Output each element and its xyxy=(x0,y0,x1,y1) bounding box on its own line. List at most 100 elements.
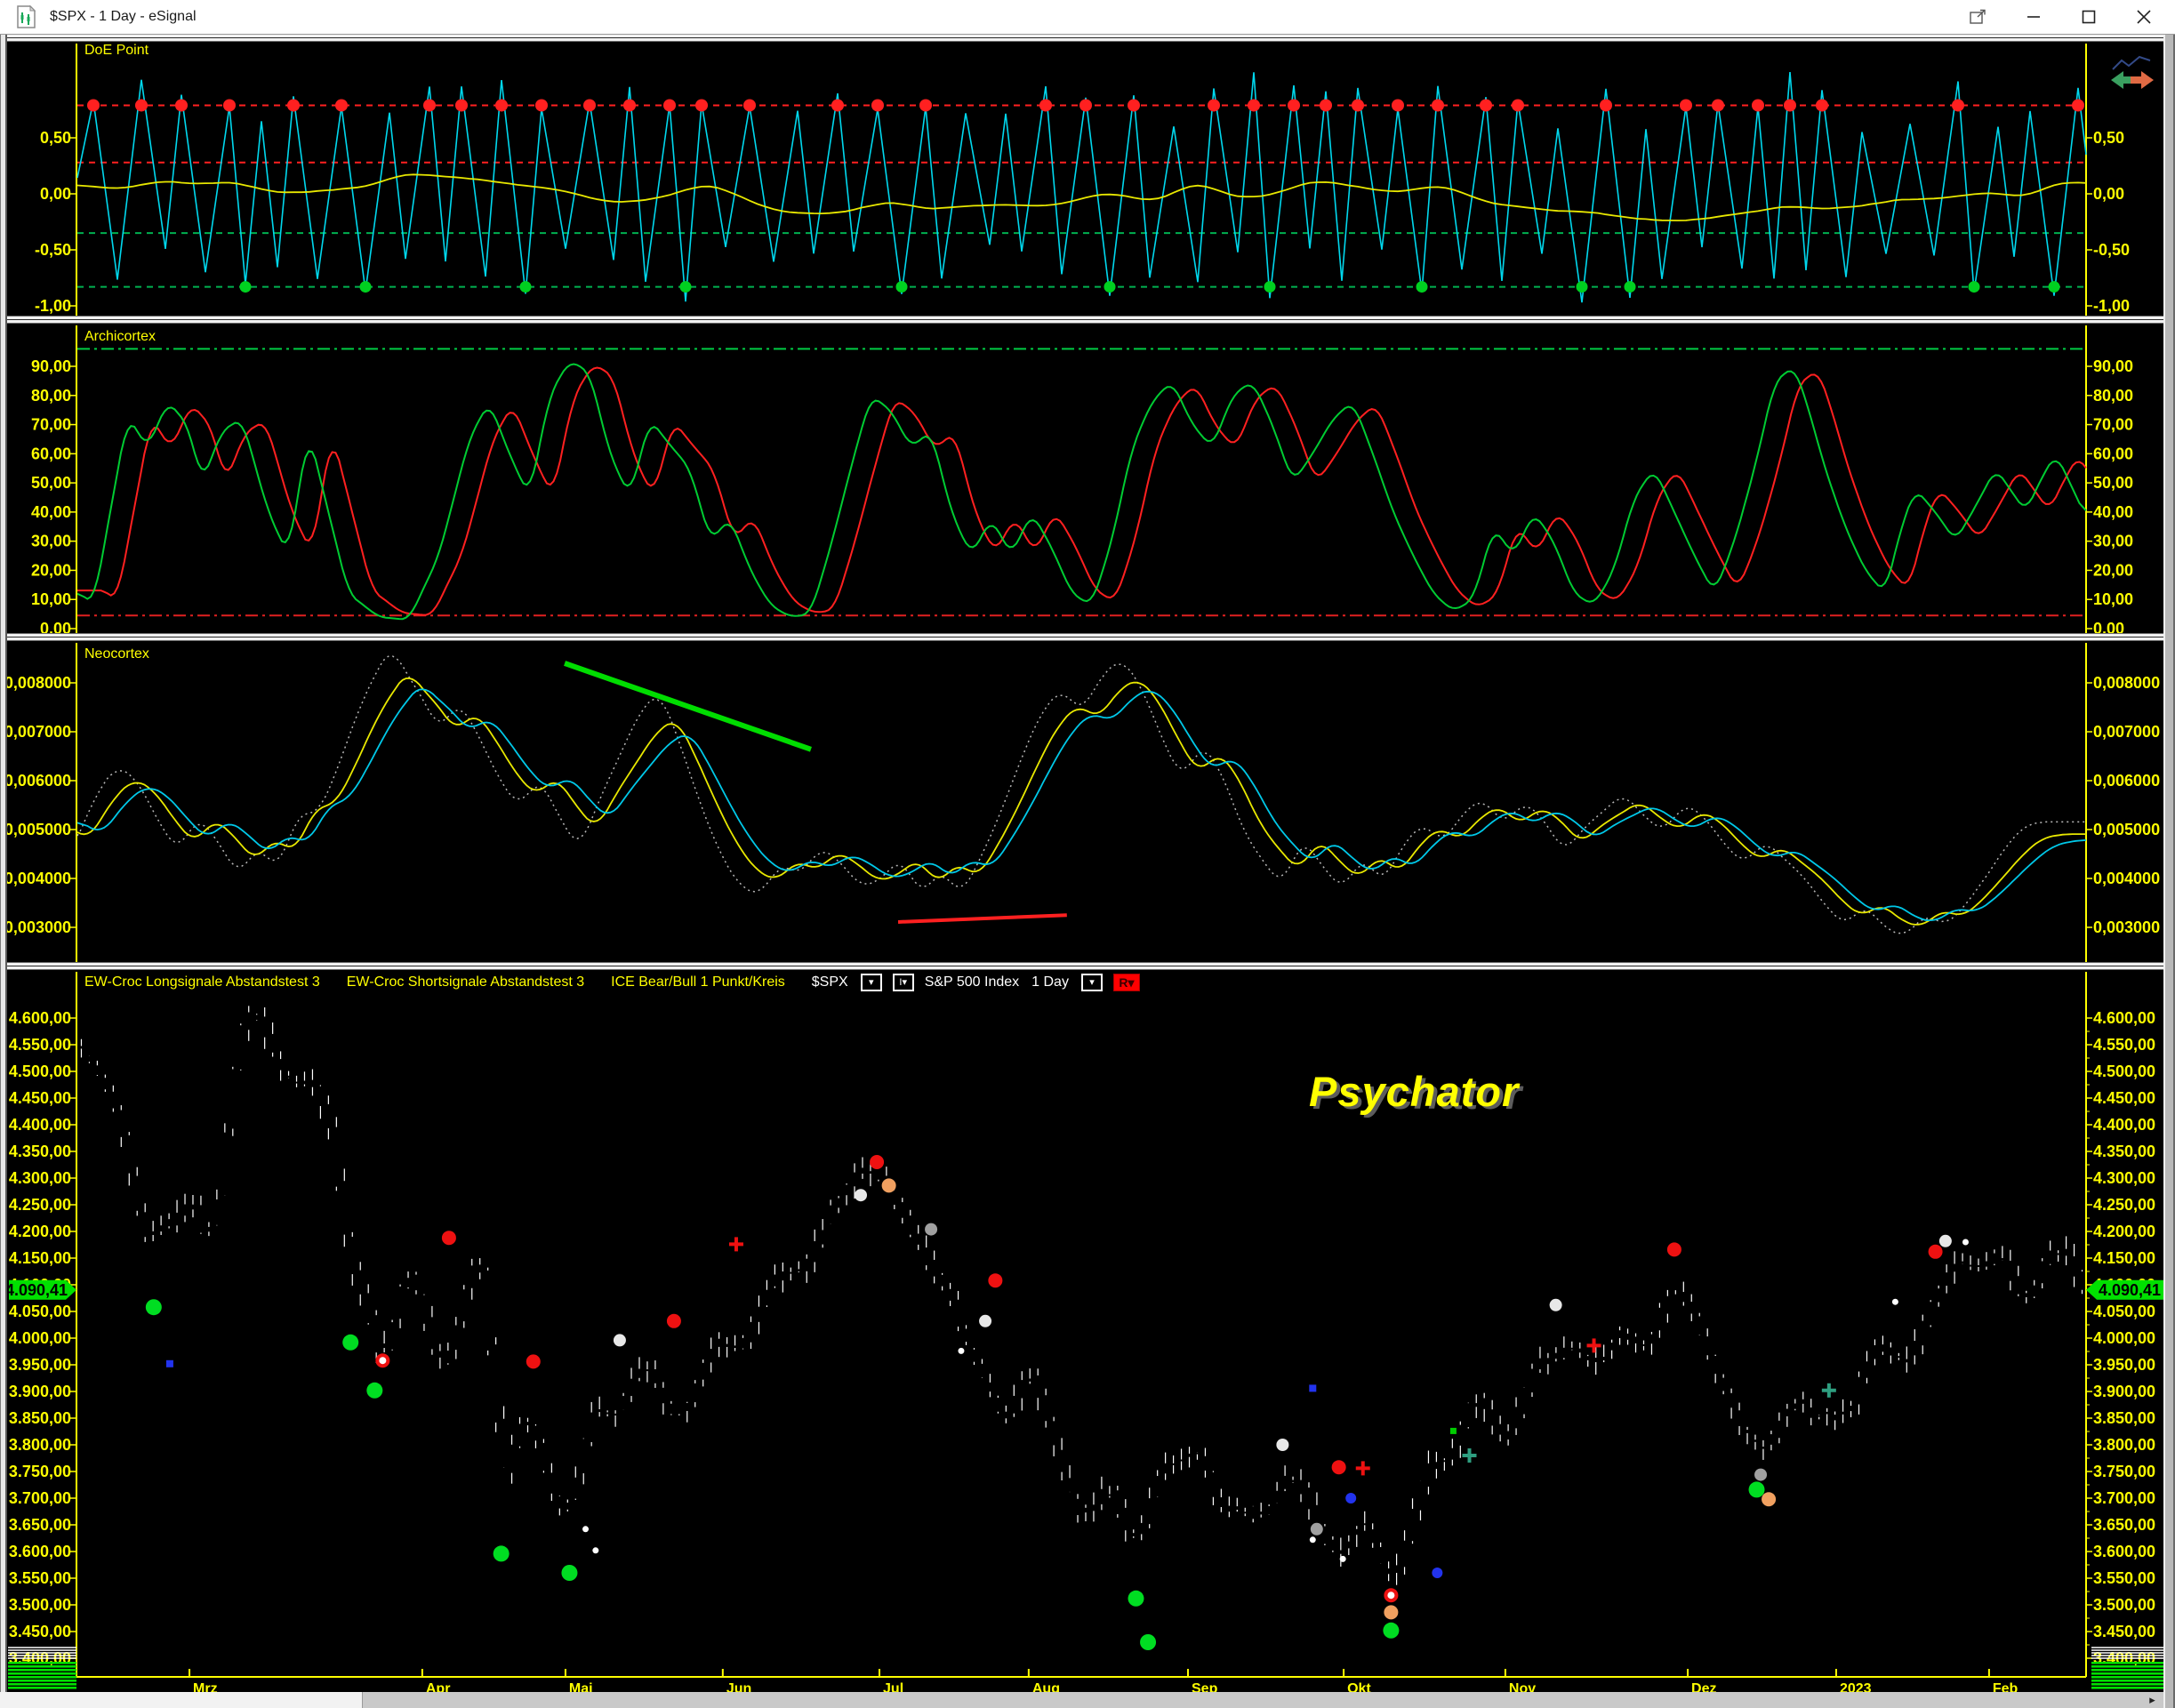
panel-divider-top[interactable] xyxy=(0,34,2175,44)
price-tick-label-right: 4.550,00 xyxy=(2093,1036,2155,1054)
doe-top-signal-dot xyxy=(535,99,548,112)
candle-down xyxy=(1832,1415,1838,1421)
panel-title-neocortex: Neocortex xyxy=(84,646,149,662)
candle-up xyxy=(1170,1463,1176,1465)
candle-down xyxy=(652,1369,658,1383)
candle-up xyxy=(1234,1506,1240,1510)
candle-up xyxy=(644,1369,650,1372)
candle-up xyxy=(621,1396,627,1410)
candle-up xyxy=(636,1368,642,1378)
candle-down xyxy=(1202,1455,1208,1471)
candle-up xyxy=(1872,1345,1878,1359)
price-tick-label-right: 3.800,00 xyxy=(2093,1436,2155,1454)
candle-up xyxy=(605,1412,611,1415)
candle-up xyxy=(852,1172,858,1187)
archicortex-tick-label-right: 90,00 xyxy=(2093,357,2133,375)
candle-down xyxy=(1369,1529,1376,1544)
doe-top-signal-dot xyxy=(695,99,708,112)
window-frame-left xyxy=(0,34,7,1708)
candle-down xyxy=(1888,1347,1894,1356)
candle-down xyxy=(437,1351,443,1358)
window-controls xyxy=(1951,0,2171,34)
minimize-button[interactable] xyxy=(2006,0,2061,34)
symbol-label[interactable]: $SPX xyxy=(812,974,848,990)
candle-down xyxy=(1194,1452,1200,1455)
marker-green-circle-long-signal xyxy=(1748,1481,1765,1498)
marker-orange-circle xyxy=(881,1178,896,1193)
interval-label[interactable]: 1 Day xyxy=(1031,974,1069,990)
scrollbar-right-arrow[interactable]: ▸ xyxy=(2141,1692,2163,1708)
doe-top-signal-dot xyxy=(175,99,188,112)
candle-up xyxy=(1011,1395,1017,1414)
archicortex-ticks: 90,00 90,00 80,00 80,00 70,00 70,00 60,00 60,00… xyxy=(31,357,2133,637)
panel-divider-2[interactable] xyxy=(0,633,2175,643)
neocortex-trendline-support[interactable] xyxy=(897,913,1067,924)
candle-up xyxy=(1960,1261,1966,1264)
candle-up xyxy=(1138,1522,1144,1535)
doe-bottom-signal-dot xyxy=(2048,281,2060,293)
candle-down xyxy=(293,1081,300,1084)
panel-divider-1[interactable] xyxy=(0,316,2175,325)
archicortex-tick-label: 30,00 xyxy=(31,533,71,550)
candle-down xyxy=(134,1175,140,1211)
candle-down xyxy=(939,1274,945,1287)
price-tick-label-right: 3.650,00 xyxy=(2093,1516,2155,1534)
panel-divider-3[interactable] xyxy=(0,962,2175,972)
candle-down xyxy=(333,1127,340,1187)
candle-down xyxy=(1385,1568,1392,1575)
candle-down xyxy=(1035,1375,1041,1399)
candle-up xyxy=(740,1337,746,1349)
interval-letter-button[interactable]: I ▾ xyxy=(892,974,914,991)
neocortex-main-line xyxy=(76,688,2087,922)
r-mode-button[interactable]: R▾ xyxy=(1112,974,1140,991)
close-button[interactable] xyxy=(2116,0,2171,34)
candle-down xyxy=(1377,1547,1384,1564)
candle-down xyxy=(1999,1257,2005,1260)
candle-down xyxy=(1593,1358,1599,1363)
candle-up xyxy=(158,1225,165,1232)
candle-down xyxy=(485,1270,491,1351)
candle-down xyxy=(979,1363,985,1378)
chart-navigate-arrows-icon[interactable] xyxy=(2109,55,2155,94)
chart-canvas[interactable]: 0,50 0,50 0,00 0,00 -0,50 -0,50 -1,00 -1,00 90,0… xyxy=(0,0,2175,1708)
candle-up xyxy=(1784,1408,1790,1416)
candle-up xyxy=(182,1204,189,1216)
candle-down xyxy=(1027,1378,1033,1382)
doe-point-tick-label-right: 0,50 xyxy=(2093,129,2124,147)
app-chart-icon xyxy=(17,5,36,28)
candle-up xyxy=(772,1274,778,1287)
maximize-button[interactable] xyxy=(2061,0,2116,34)
neocortex-tick-label: 0,003000 xyxy=(4,918,71,936)
archicortex-tick-label: 10,00 xyxy=(31,590,71,608)
candle-down xyxy=(501,1418,507,1468)
doe-top-signal-dot xyxy=(1952,99,1964,112)
study-label-ew-croc-short[interactable]: EW-Croc Shortsignale Abstandstest 3 xyxy=(347,974,584,990)
scrollbar-thumb[interactable] xyxy=(0,1692,363,1708)
candle-up xyxy=(229,1069,236,1129)
horizontal-scrollbar[interactable] xyxy=(0,1692,2163,1708)
candle-down xyxy=(1673,1294,1679,1296)
study-label-ice-bear-bull[interactable]: ICE Bear/Bull 1 Punkt/Kreis xyxy=(611,974,785,990)
doe-top-signal-dot xyxy=(1784,99,1796,112)
doe-top-signal-dot xyxy=(1752,99,1764,112)
candle-up xyxy=(1409,1508,1416,1542)
archicortex-tick-label: 90,00 xyxy=(31,357,71,375)
symbol-dropdown-button[interactable]: ▾ xyxy=(860,974,882,991)
marker-green-circle-long-signal xyxy=(1128,1590,1144,1607)
candle-up xyxy=(381,1343,388,1349)
interval-dropdown-button[interactable]: ▾ xyxy=(1080,974,1103,991)
candle-down xyxy=(126,1135,132,1174)
marker-green-circle-long-signal xyxy=(1140,1634,1157,1650)
marker-green-circle-long-signal xyxy=(342,1334,359,1351)
candle-down xyxy=(1210,1471,1216,1497)
price-tick-label-right: 3.450,00 xyxy=(2093,1623,2155,1640)
candle-up xyxy=(573,1477,579,1499)
price-tick-label-right: 4.000,00 xyxy=(2093,1329,2155,1347)
popout-button[interactable] xyxy=(1951,0,2006,34)
candle-down xyxy=(1226,1505,1232,1512)
candle-up xyxy=(1019,1380,1025,1399)
candle-up xyxy=(1266,1505,1272,1515)
neocortex-envelope-dotted xyxy=(76,654,2086,934)
study-label-ew-croc-long[interactable]: EW-Croc Longsignale Abstandstest 3 xyxy=(84,974,320,990)
candle-up xyxy=(1952,1263,1958,1272)
